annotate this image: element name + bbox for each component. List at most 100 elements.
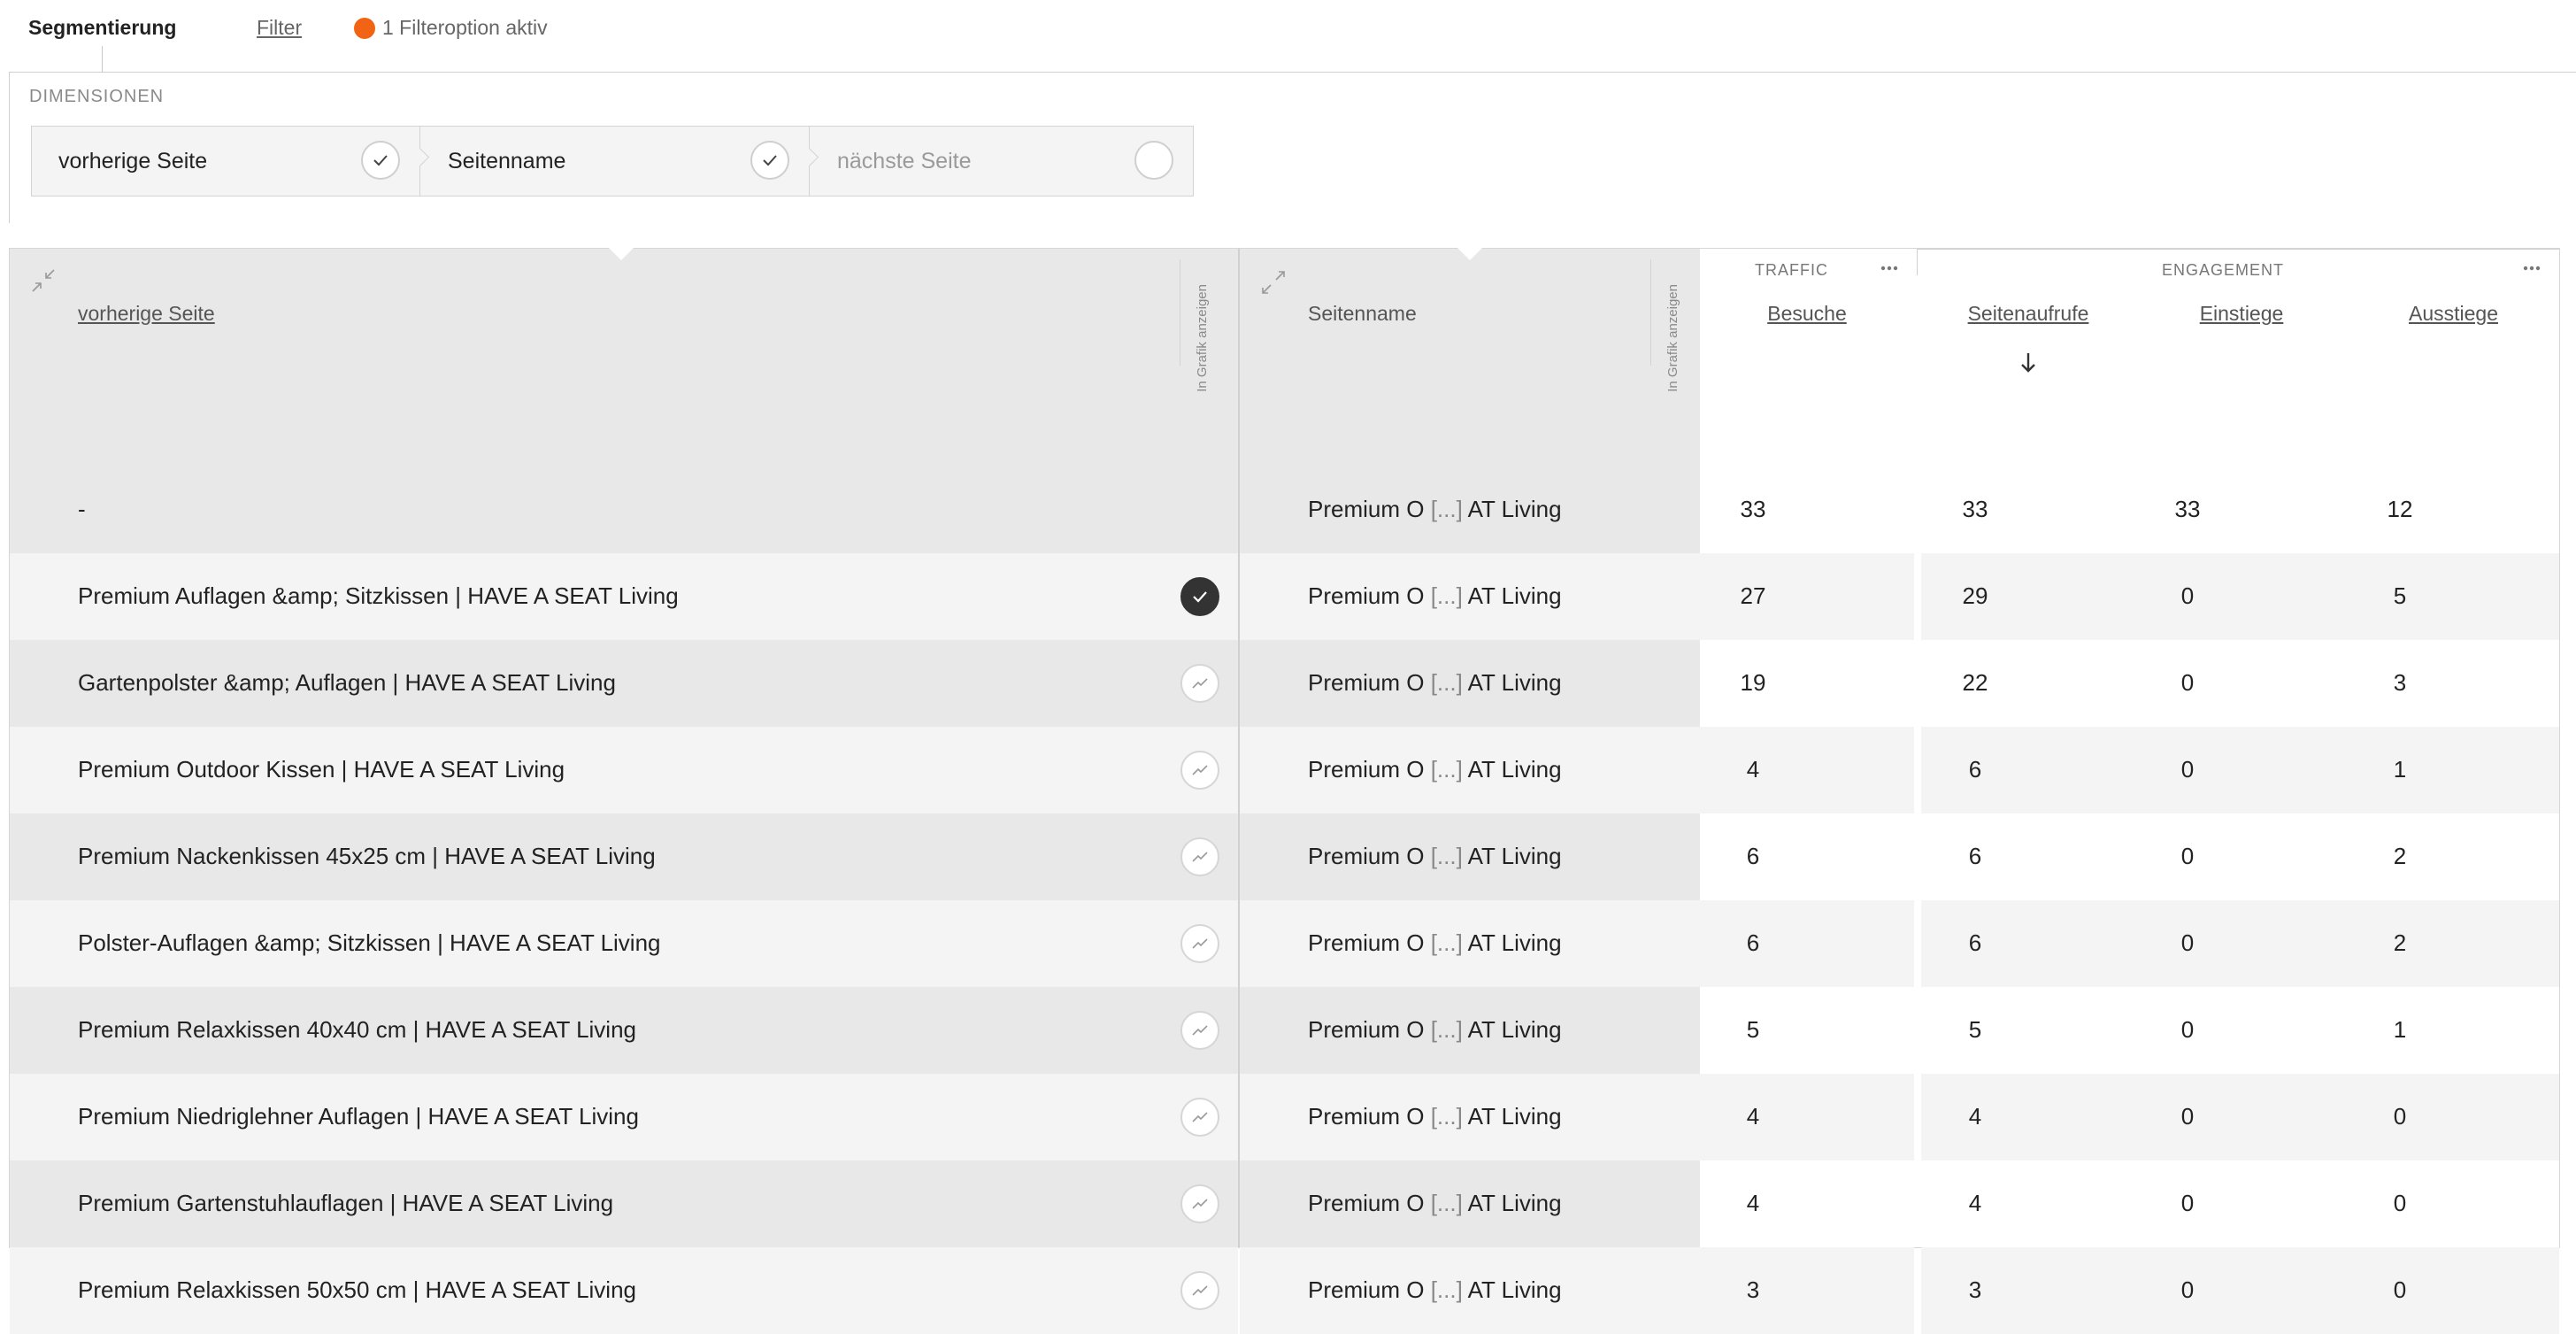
table-row[interactable]: Polster-Auflagen &amp; Sitzkissen | HAVE… — [10, 900, 2559, 987]
table-row[interactable]: Premium Niedriglehner Auflagen | HAVE A … — [10, 1074, 2559, 1161]
table-row[interactable]: Gartenpolster &amp; Auflagen | HAVE A SE… — [10, 640, 2559, 727]
chart-selected-check-icon[interactable] — [1180, 577, 1219, 616]
dimensions-title: DIMENSIONEN — [29, 87, 165, 106]
cell-previous-page: Premium Relaxkissen 40x40 cm | HAVE A SE… — [10, 987, 1238, 1074]
previous-page-text: Premium Gartenstuhlauflagen | HAVE A SEA… — [78, 1190, 614, 1216]
dimensions-panel: DIMENSIONEN vorherige Seite Seitenname n… — [9, 73, 2576, 223]
dimension-step-previous-page[interactable]: vorherige Seite — [32, 127, 419, 196]
check-icon[interactable] — [750, 141, 789, 180]
page-name-start: Premium O — [1308, 1103, 1425, 1130]
metric-value-besuche: 4 — [1746, 756, 1760, 783]
column-separator — [1650, 259, 1651, 366]
metric-value-besuche: 27 — [1740, 582, 1766, 609]
metric-value-besuche: 3 — [1746, 1276, 1760, 1303]
dimension-step-label: vorherige Seite — [58, 149, 208, 173]
cell-page-name: Premium O [...] AT Living — [1240, 553, 1700, 640]
metric-value-einstiege: 0 — [2180, 929, 2195, 956]
dimension-step-next-page[interactable]: nächste Seite — [811, 127, 1193, 196]
previous-page-text: Premium Auflagen &amp; Sitzkissen | HAVE… — [78, 582, 679, 609]
metric-value-besuche: 19 — [1740, 669, 1766, 696]
metric-value-ausstiege: 2 — [2393, 843, 2407, 869]
column-header-besuche[interactable]: Besuche — [1700, 302, 1914, 326]
table-row[interactable]: Premium Gartenstuhlauflagen | HAVE A SEA… — [10, 1161, 2559, 1247]
table-row[interactable]: Premium Nackenkissen 45x25 cm | HAVE A S… — [10, 814, 2559, 900]
cell-page-name: Premium O [...] AT Living — [1240, 727, 1700, 814]
empty-circle-icon[interactable] — [1134, 141, 1173, 180]
page-name-end: AT Living — [1467, 929, 1562, 956]
metric-value-besuche: 6 — [1746, 843, 1760, 869]
dimension-path: vorherige Seite Seitenname nächste Seite — [31, 126, 1194, 197]
show-in-chart-trend-icon[interactable] — [1180, 924, 1219, 963]
metric-value-ausstiege: 3 — [2393, 669, 2407, 696]
show-in-chart-trend-icon[interactable] — [1180, 1271, 1219, 1310]
page-name-text: Premium O [...] AT Living — [1308, 1276, 1562, 1304]
metric-value-einstiege: 0 — [2180, 1190, 2195, 1216]
show-in-chart-trend-icon[interactable] — [1180, 1011, 1219, 1050]
page-name-text: Premium O [...] AT Living — [1308, 929, 1562, 957]
table-row[interactable]: Premium Auflagen &amp; Sitzkissen | HAVE… — [10, 553, 2559, 640]
cell-page-name: Premium O [...] AT Living — [1240, 900, 1700, 987]
metric-value-seitenaufrufe: 4 — [1968, 1103, 1982, 1130]
metric-value-besuche: 4 — [1746, 1190, 1760, 1216]
more-options-icon[interactable] — [2519, 256, 2544, 281]
show-in-chart-trend-icon[interactable] — [1180, 751, 1219, 790]
column-header-einstiege[interactable]: Einstiege — [2135, 302, 2348, 326]
dimension-step-page-name[interactable]: Seitenname — [421, 127, 809, 196]
collapse-icon[interactable] — [29, 266, 58, 295]
page-name-start: Premium O — [1308, 756, 1425, 783]
column-header-previous-page[interactable]: vorherige Seite — [78, 302, 215, 326]
cell-previous-page: Polster-Auflagen &amp; Sitzkissen | HAVE… — [10, 900, 1238, 987]
metric-value-einstiege: 0 — [2180, 1016, 2195, 1043]
show-in-chart-trend-icon[interactable] — [1180, 664, 1219, 703]
cell-page-name: Premium O [...] AT Living — [1240, 467, 1700, 553]
page-name-truncation: [...] — [1430, 669, 1463, 696]
metric-value-besuche: 33 — [1740, 496, 1766, 522]
metric-value-ausstiege: 0 — [2393, 1103, 2407, 1130]
sort-descending-icon[interactable] — [2019, 351, 2038, 374]
column-header-seitenaufrufe[interactable]: Seitenaufrufe — [1921, 302, 2135, 326]
table-row[interactable]: - Premium O [...] AT Living 33 33 33 12 — [10, 467, 2559, 553]
metric-value-ausstiege: 0 — [2393, 1190, 2407, 1216]
header-previous-page: vorherige Seite In Grafik anzeigen — [10, 248, 1238, 467]
group-traffic-label: TRAFFIC — [1755, 261, 1828, 279]
cell-previous-page: Premium Gartenstuhlauflagen | HAVE A SEA… — [10, 1161, 1238, 1247]
metric-value-seitenaufrufe: 33 — [1962, 496, 1988, 522]
metric-value-einstiege: 0 — [2180, 756, 2195, 783]
page-name-end: AT Living — [1467, 496, 1562, 522]
filter-status-text[interactable]: 1 Filteroption aktiv — [382, 16, 548, 40]
header-page-name: Seitenname In Grafik anzeigen — [1240, 248, 1700, 467]
page-name-truncation: [...] — [1430, 582, 1463, 609]
page-name-start: Premium O — [1308, 843, 1425, 869]
header-notch — [1457, 248, 1482, 260]
column-header-ausstiege[interactable]: Ausstiege — [2348, 302, 2559, 326]
engagement-group-border — [1917, 249, 1918, 275]
show-in-chart-trend-icon[interactable] — [1180, 837, 1219, 876]
group-engagement-label: ENGAGEMENT — [2162, 261, 2285, 279]
engagement-group-border — [1917, 249, 2559, 250]
check-icon[interactable] — [361, 141, 400, 180]
show-in-chart-trend-icon[interactable] — [1180, 1098, 1219, 1137]
table-row[interactable]: Premium Relaxkissen 50x50 cm | HAVE A SE… — [10, 1247, 2559, 1334]
previous-page-text: Premium Nackenkissen 45x25 cm | HAVE A S… — [78, 843, 656, 869]
data-table: vorherige Seite In Grafik anzeigen Seite… — [9, 248, 2560, 1334]
metric-value-ausstiege: 0 — [2393, 1276, 2407, 1303]
previous-page-text: Polster-Auflagen &amp; Sitzkissen | HAVE… — [78, 929, 661, 956]
tab-segmentierung[interactable]: Segmentierung — [28, 16, 176, 40]
page-name-end: AT Living — [1467, 1016, 1562, 1043]
page-name-truncation: [...] — [1430, 929, 1463, 956]
show-in-chart-trend-icon[interactable] — [1180, 1184, 1219, 1223]
metric-value-ausstiege: 1 — [2393, 1016, 2407, 1043]
cell-previous-page: Gartenpolster &amp; Auflagen | HAVE A SE… — [10, 640, 1238, 727]
table-row[interactable]: Premium Outdoor Kissen | HAVE A SEAT Liv… — [10, 727, 2559, 814]
tab-filter[interactable]: Filter — [257, 16, 302, 40]
metric-value-seitenaufrufe: 3 — [1968, 1276, 1982, 1303]
more-options-icon[interactable] — [1877, 256, 1902, 281]
previous-page-text: Premium Relaxkissen 50x50 cm | HAVE A SE… — [78, 1276, 637, 1303]
page-name-end: AT Living — [1467, 1103, 1562, 1130]
table-row[interactable]: Premium Relaxkissen 40x40 cm | HAVE A SE… — [10, 987, 2559, 1074]
previous-page-text: - — [78, 496, 86, 522]
cell-previous-page: Premium Niedriglehner Auflagen | HAVE A … — [10, 1074, 1238, 1161]
metric-value-ausstiege: 2 — [2393, 929, 2407, 956]
cell-page-name: Premium O [...] AT Living — [1240, 814, 1700, 900]
expand-icon[interactable] — [1259, 268, 1288, 297]
